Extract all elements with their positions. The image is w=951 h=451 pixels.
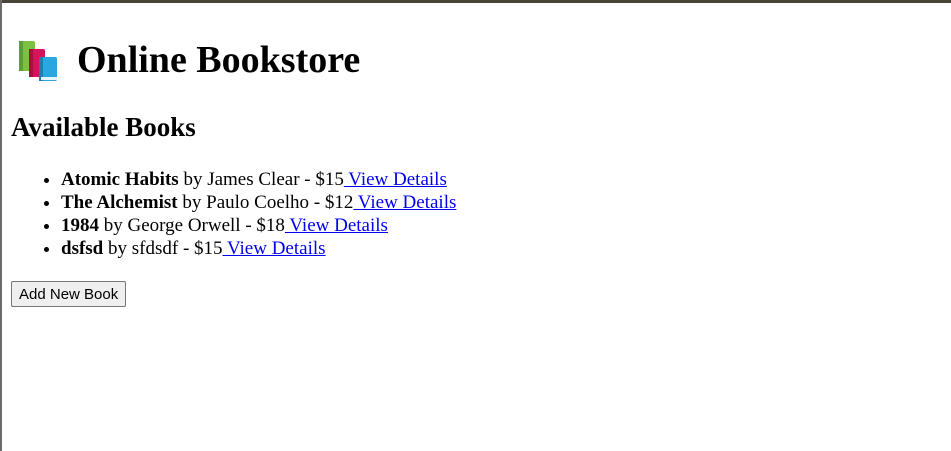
book-author: Paulo Coelho (206, 192, 310, 213)
separator: - (178, 238, 195, 259)
book-title: The Alchemist (61, 192, 178, 213)
page-title-text: Online Bookstore (77, 39, 361, 81)
list-item: The Alchemist by Paulo Coelho - $12 View… (61, 191, 456, 214)
view-details-link[interactable]: View Details (344, 169, 447, 190)
book-title: dsfsd (61, 238, 104, 259)
separator: - (309, 192, 325, 213)
separator: - (299, 169, 316, 190)
view-details-link[interactable]: View Details (223, 238, 326, 259)
section-title: Available Books (11, 112, 196, 142)
book-author: James Clear (207, 169, 300, 190)
book-author: sfdsdf (131, 238, 179, 259)
list-item: 1984 by George Orwell - $18 View Details (61, 214, 456, 237)
view-details-link[interactable]: View Details (285, 215, 388, 236)
list-item: Atomic Habits by James Clear - $15 View … (61, 168, 456, 191)
by-text: by (103, 215, 128, 236)
book-price: $15 (315, 169, 344, 190)
add-new-book-button[interactable]: Add New Book (11, 281, 127, 307)
by-text: by (182, 192, 207, 213)
view-details-link[interactable]: View Details (353, 192, 457, 213)
book-price: $15 (194, 238, 223, 259)
books-icon (15, 37, 63, 83)
book-price: $12 (324, 192, 354, 213)
book-price: $18 (256, 215, 285, 236)
page-title: Online Bookstore (15, 37, 360, 83)
by-text: by (183, 169, 208, 190)
separator: - (240, 215, 257, 236)
book-title: Atomic Habits (61, 169, 179, 190)
list-item: dsfsd by sfdsdf - $15 View Details (61, 237, 456, 260)
by-text: by (108, 238, 132, 259)
window-top-border (0, 0, 951, 3)
book-title: 1984 (61, 215, 99, 236)
book-list: Atomic Habits by James Clear - $15 View … (11, 168, 456, 260)
window-left-border (0, 0, 2, 451)
book-author: George Orwell (127, 215, 241, 236)
